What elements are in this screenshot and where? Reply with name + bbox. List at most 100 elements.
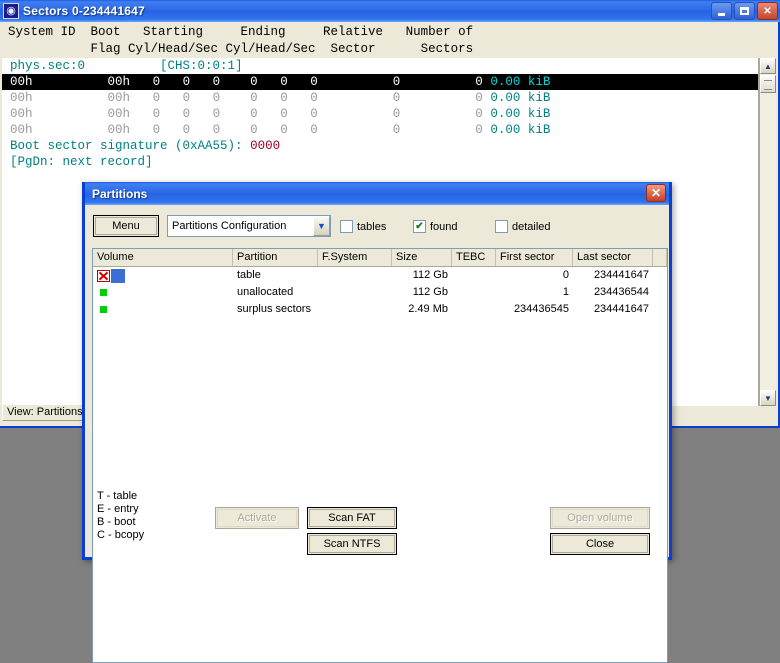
scrollbar-thumb[interactable]	[760, 75, 776, 93]
activate-button[interactable]: Activate	[215, 507, 299, 529]
column-header-fsystem[interactable]: F.System	[318, 249, 392, 266]
maximize-icon[interactable]	[734, 2, 755, 20]
scroll-down-arrow-icon[interactable]: ▼	[760, 390, 776, 406]
sector-row-count: 0	[475, 107, 483, 121]
partitions-toolbar: Menu Partitions Configuration ▼ tables ✔…	[85, 205, 669, 243]
column-header-last-sector[interactable]: Last sector	[573, 249, 653, 266]
checkbox-tables-box[interactable]	[340, 220, 353, 233]
partitions-configuration-select[interactable]: Partitions Configuration ▼	[167, 215, 331, 237]
sector-row-end-head: 0	[280, 75, 288, 89]
column-header-partition[interactable]: Partition	[233, 249, 318, 266]
row-last-sector: 234436544	[593, 286, 649, 298]
sector-row-start-head: 0	[182, 107, 191, 121]
minimize-icon[interactable]	[711, 2, 732, 20]
sector-row-start-sec: 0	[212, 91, 221, 105]
boot-signature-value: 0000	[250, 139, 281, 153]
sector-row-size: 0.00 kiB	[490, 91, 551, 105]
column-header-filler	[653, 249, 667, 266]
checkbox-found[interactable]: ✔ found	[413, 220, 458, 233]
column-header-tebc[interactable]: TEBC	[452, 249, 496, 266]
sector-row-size: 0.00 kiB	[490, 123, 551, 137]
checkbox-detailed[interactable]: detailed	[495, 220, 551, 233]
sector-row-start-head: 0	[182, 91, 191, 105]
sector-row-end-sec: 0	[310, 91, 318, 105]
sector-row-boot-flag: 00h	[107, 91, 131, 105]
open-volume-button[interactable]: Open volume	[550, 507, 650, 529]
sector-row-start-cyl: 0	[152, 91, 161, 105]
checkbox-tables-label: tables	[357, 220, 387, 233]
sector-row-start-sec: 0	[212, 123, 221, 137]
sector-row-system-id: 00h	[10, 107, 33, 121]
sector-row-size: 0.00 kiB	[490, 75, 551, 89]
sector-row-end-sec: 0	[310, 123, 318, 137]
green-square-icon	[100, 289, 107, 296]
red-x-icon	[97, 269, 110, 282]
legend-item-table: T - table	[97, 490, 138, 502]
boot-signature-label: Boot sector signature (0xAA55):	[10, 139, 243, 153]
close-icon[interactable]: ✕	[646, 184, 666, 202]
sector-row-end-cyl: 0	[250, 75, 258, 89]
sector-table-header: System ID Boot Starting Ending Relative …	[2, 24, 772, 58]
sector-row-start-head: 0	[182, 123, 191, 137]
sector-row-count: 0	[475, 91, 483, 105]
sector-row-system-id: 00h	[10, 75, 33, 89]
row-size: 112 Gb	[412, 269, 448, 281]
sector-row-start-sec: 0	[212, 107, 221, 121]
sector-row[interactable]: 00h 00h 0 0 0 0 0 0 0 0 0.00 kiB	[2, 122, 758, 138]
partitions-configuration-value: Partitions Configuration	[172, 220, 287, 232]
column-header-first-sector[interactable]: First sector	[496, 249, 573, 266]
partitions-list-header: Volume Partition F.System Size TEBC Firs…	[93, 249, 667, 267]
sector-row-end-cyl: 0	[250, 123, 258, 137]
sector-row-boot-flag: 00h	[107, 75, 131, 89]
partitions-list[interactable]: Volume Partition F.System Size TEBC Firs…	[92, 248, 668, 663]
scroll-up-arrow-icon[interactable]: ▲	[760, 58, 776, 74]
sector-row[interactable]: 00h 00h 0 0 0 0 0 0 0 0 0.00 kiB	[2, 74, 758, 90]
checkbox-detailed-box[interactable]	[495, 220, 508, 233]
row-size: 112 Gb	[412, 286, 448, 298]
pgdn-hint: [PgDn: next record]	[10, 155, 153, 169]
table-row[interactable]: table 112 Gb 0 234441647	[93, 267, 667, 284]
sector-row-end-sec: 0	[310, 75, 318, 89]
window-controls: ✕	[711, 2, 778, 20]
row-last-sector: 234441647	[593, 303, 649, 315]
table-row[interactable]: unallocated 112 Gb 1 234436544	[93, 284, 667, 301]
checkbox-found-box[interactable]: ✔	[413, 220, 426, 233]
table-row[interactable]: surplus sectors 2.49 Mb 234436545 234441…	[93, 301, 667, 318]
column-header-size[interactable]: Size	[392, 249, 452, 266]
column-header-volume[interactable]: Volume	[93, 249, 233, 266]
partitions-dialog-title: Partitions	[92, 186, 148, 201]
checkbox-tables[interactable]: tables	[340, 220, 386, 233]
sector-row-start-cyl: 0	[152, 123, 161, 137]
sector-row-end-head: 0	[280, 91, 288, 105]
checkbox-found-label: found	[430, 220, 458, 233]
row-volume	[93, 306, 233, 313]
legend-item-bcopy: C - bcopy	[97, 529, 145, 541]
console-scrollbar[interactable]: ▲ ▼	[759, 58, 776, 406]
sector-row-boot-flag: 00h	[107, 123, 131, 137]
row-first-sector: 1	[562, 286, 569, 298]
close-icon[interactable]: ✕	[757, 2, 778, 20]
sector-row[interactable]: 00h 00h 0 0 0 0 0 0 0 0 0.00 kiB	[2, 106, 758, 122]
checkbox-detailed-label: detailed	[512, 220, 551, 233]
sector-row-start-cyl: 0	[152, 107, 161, 121]
menu-button[interactable]: Menu	[93, 215, 159, 237]
legend-item-entry: E - entry	[97, 503, 139, 515]
row-partition: unallocated	[237, 286, 294, 298]
main-window-titlebar[interactable]: ◉ Sectors 0-234441647 ✕	[0, 0, 780, 22]
sector-row-end-cyl: 0	[250, 107, 258, 121]
sector-row-size: 0.00 kiB	[490, 107, 551, 121]
sector-row-boot-flag: 00h	[107, 107, 131, 121]
close-button[interactable]: Close	[550, 533, 650, 555]
partitions-dialog: Partitions ✕ Menu Partitions Configurati…	[82, 182, 672, 663]
sector-row-start-head: 0	[182, 75, 191, 89]
sector-row[interactable]: 00h 00h 0 0 0 0 0 0 0 0 0.00 kiB	[2, 90, 758, 106]
legend: T - table E - entry B - boot C - bcopy	[97, 490, 144, 542]
scan-fat-button[interactable]: Scan FAT	[307, 507, 397, 529]
sector-row-end-sec: 0	[310, 107, 318, 121]
partitions-dialog-titlebar[interactable]: Partitions ✕	[85, 182, 669, 205]
scan-ntfs-button[interactable]: Scan NTFS	[307, 533, 397, 555]
boot-signature-line: Boot sector signature (0xAA55): 0000	[2, 138, 758, 154]
sector-table-header-line2: Flag Cyl/Head/Sec Cyl/Head/Sec Sector Se…	[8, 42, 474, 56]
green-square-icon	[100, 306, 107, 313]
chevron-down-icon[interactable]: ▼	[313, 216, 330, 236]
